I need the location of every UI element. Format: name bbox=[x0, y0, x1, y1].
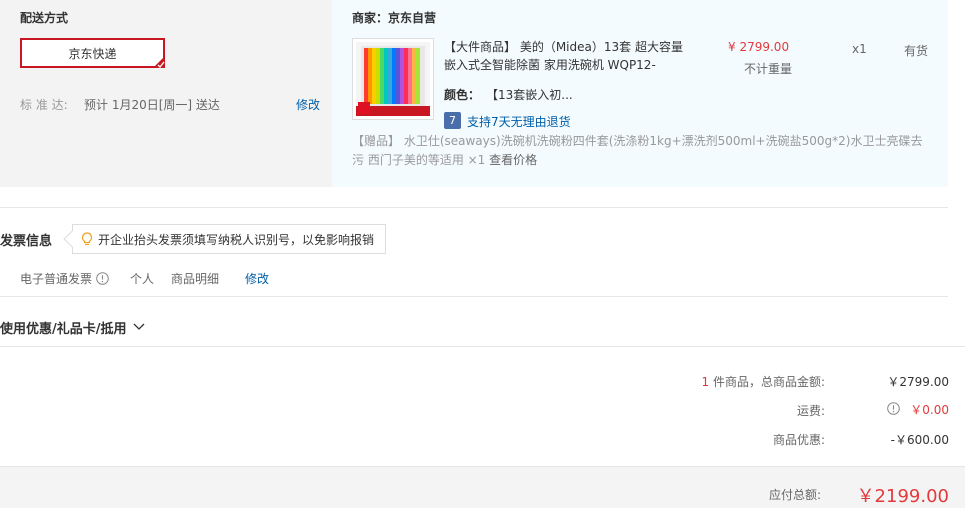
goods-count-label: 件商品，总商品金额: bbox=[709, 375, 825, 389]
goods-amount: ￥2799.00 bbox=[887, 375, 949, 389]
gift-view-price-link[interactable]: 查看价格 bbox=[489, 153, 537, 167]
product-color-label: 颜色： bbox=[444, 88, 481, 102]
product-quantity: x1 bbox=[852, 42, 867, 56]
freight-amount: ￥0.00 bbox=[910, 403, 949, 417]
invoice-modify-link[interactable]: 修改 bbox=[245, 270, 269, 287]
product-title[interactable]: 【大件商品】 美的（Midea）13套 超大容量嵌入式全智能除菌 家用洗碗机 W… bbox=[444, 38, 684, 74]
total-amount: ￥2199.00 bbox=[856, 486, 949, 507]
invoice-type-label: 电子普通发票 bbox=[20, 272, 93, 286]
standard-delivery-date: 预计 1月20日[周一] 送达 bbox=[84, 98, 220, 112]
merchant-name: 商家：京东自营 bbox=[352, 11, 437, 25]
shipping-modify-link[interactable]: 修改 bbox=[296, 96, 320, 113]
discount-amount: -￥600.00 bbox=[890, 433, 949, 447]
product-image-icon bbox=[356, 42, 430, 116]
shipping-title: 配送方式 bbox=[20, 11, 69, 25]
total-label: 应付总额: bbox=[768, 488, 821, 502]
shipping-method-label: 京东快递 bbox=[68, 46, 117, 61]
info-icon[interactable] bbox=[96, 272, 109, 285]
return-policy-text: 支持7天无理由退货 bbox=[467, 115, 571, 129]
invoice-content: 商品明细 bbox=[171, 272, 220, 286]
return-policy-icon: 7 bbox=[444, 112, 461, 129]
coupon-toggle[interactable]: 使用优惠/礼品卡/抵用 bbox=[0, 318, 145, 337]
product-price: ¥ 2799.00 bbox=[728, 40, 790, 54]
info-icon[interactable] bbox=[887, 401, 901, 418]
coupon-title: 使用优惠/礼品卡/抵用 bbox=[0, 322, 127, 337]
section-divider bbox=[0, 296, 948, 297]
gift-item: 【赠品】 水卫仕(seaways)洗碗机洗碗粉四件套(洗涤粉1kg+漂洗剂500… bbox=[352, 132, 930, 170]
goods-count: 1 bbox=[701, 375, 710, 389]
freight-amount-group: ￥0.00 bbox=[887, 401, 949, 418]
lightbulb-icon bbox=[81, 232, 93, 246]
goods-amount-label: 1 件商品，总商品金额: bbox=[702, 373, 826, 390]
product-color-value: 【13套嵌入初... bbox=[486, 88, 573, 102]
chevron-down-icon bbox=[133, 320, 145, 335]
gift-text: 【赠品】 水卫仕(seaways)洗碗机洗碗粉四件套(洗涤粉1kg+漂洗剂500… bbox=[352, 134, 923, 167]
product-weight: 不计重量 bbox=[744, 62, 793, 76]
product-thumbnail[interactable] bbox=[352, 38, 434, 120]
tip-arrow bbox=[63, 230, 81, 248]
discount-label: 商品优惠: bbox=[772, 433, 825, 447]
invoice-tip: 开企业抬头发票须填写纳税人识别号，以免影响报销 bbox=[63, 224, 386, 254]
selected-check-icon bbox=[153, 56, 165, 68]
invoice-title-type: 个人 bbox=[130, 272, 155, 286]
section-divider bbox=[0, 346, 965, 347]
shipping-panel bbox=[0, 0, 332, 187]
freight-label: 运费: bbox=[796, 404, 825, 418]
invoice-type: 电子普通发票 bbox=[20, 270, 109, 287]
stock-status: 有货 bbox=[904, 44, 929, 58]
section-divider bbox=[0, 207, 948, 208]
invoice-tip-text: 开企业抬头发票须填写纳税人识别号，以免影响报销 bbox=[98, 232, 375, 247]
standard-delivery-label: 标 准 达: bbox=[20, 98, 68, 112]
shipping-method-option[interactable]: 京东快递 bbox=[20, 38, 165, 68]
invoice-title: 发票信息 bbox=[0, 234, 53, 249]
